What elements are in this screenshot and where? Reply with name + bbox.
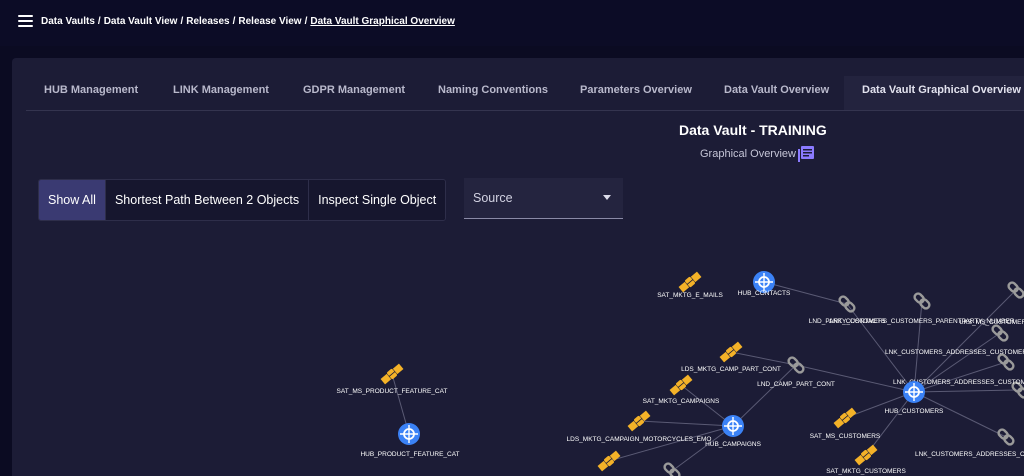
graph-node-label: SAT_MKTG_CAMPAIGNS xyxy=(643,398,720,405)
graph-canvas[interactable]: SAT_MS_PRODUCT_FEATURE_CAT HUB_PRODUCT_FE… xyxy=(0,0,1024,476)
graph-node-label: LNK_CUSTOMERS_ADDRESSES_CUSTOMER xyxy=(915,451,1024,458)
graph-node-label: HUB_CAMPAIGNS xyxy=(705,441,762,448)
graph-node-hub[interactable] xyxy=(722,415,744,437)
graph-node-label: HUB_CONTACTS xyxy=(738,290,791,297)
graph-nodes: SAT_MS_PRODUCT_FEATURE_CAT HUB_PRODUCT_FE… xyxy=(337,271,1024,476)
graph-edge xyxy=(732,364,797,427)
graph-node-satellite[interactable] xyxy=(833,407,857,429)
graph-edge xyxy=(913,389,1021,393)
graph-node-satellite[interactable] xyxy=(669,374,693,396)
graph-node-label: SAT_MKTG_E_MAILS xyxy=(657,292,723,299)
graph-node-label: SAT_MS_PRODUCT_FEATURE_CAT xyxy=(337,388,448,395)
graph-node-satellite[interactable] xyxy=(854,444,878,466)
graph-node-link[interactable] xyxy=(663,462,681,476)
graph-node-satellite[interactable] xyxy=(719,341,743,363)
graph-node-label: LKS_MS_CUSTOMER xyxy=(960,319,1024,326)
graph-node-satellite[interactable] xyxy=(678,271,702,293)
graph-node-label: SAT_MS_CUSTOMERS xyxy=(810,433,881,440)
graph-node-label: HUB_PRODUCT_FEATURE_CAT xyxy=(360,451,459,458)
graph-node-satellite[interactable] xyxy=(380,363,404,385)
graph-node-hub[interactable] xyxy=(398,423,420,445)
graph-node-label: SAT_MKTG_CUSTOMERS xyxy=(826,468,906,475)
graph-edge xyxy=(913,361,1007,393)
graph-node-link[interactable] xyxy=(997,428,1015,446)
graph-node-label: LND_CAMP_PART_CONT xyxy=(757,381,835,388)
graph-edge xyxy=(638,420,734,427)
graph-node-hub[interactable] xyxy=(903,381,925,403)
graph-node-label: LNK_CUSTOMERS_ADDRESSES_CUSTOMER xyxy=(885,349,1024,356)
graph-node-label: LDS_MKTG_CAMPAIGN_MOTORCYCLES_EMO xyxy=(567,436,712,443)
graph-node-link[interactable] xyxy=(913,292,931,310)
graph-node-link[interactable] xyxy=(838,295,856,313)
graph-node-label: HUB_CUSTOMERS xyxy=(885,408,944,415)
graph-node-link[interactable] xyxy=(991,324,1009,342)
graph-node-label: LDS_MKTG_CAMP_PART_CONT xyxy=(681,366,781,373)
graph-edge xyxy=(671,425,734,472)
graph-node-satellite[interactable] xyxy=(597,450,621,472)
graph-edge xyxy=(730,351,797,366)
